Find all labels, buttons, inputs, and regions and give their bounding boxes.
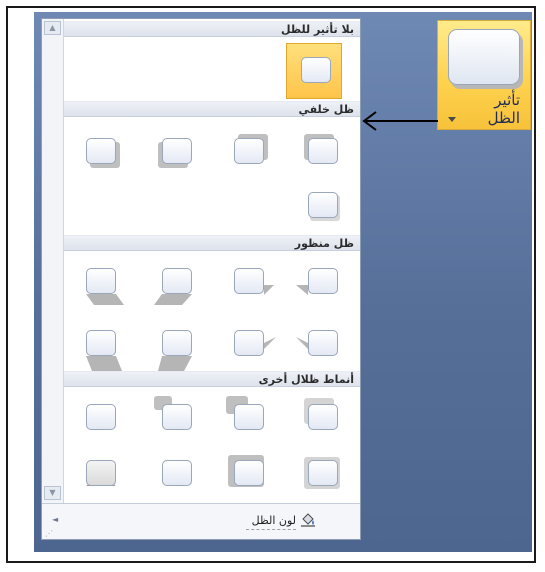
shadow-style-tile[interactable] — [220, 391, 276, 447]
section-perspective-header: ظل منظور — [64, 235, 360, 251]
gallery-content: بلا تأثير للظل ظل خلفي ظل منظور أنماط ظل… — [64, 19, 360, 503]
shadow-color-label[interactable]: لون الظل — [252, 514, 296, 527]
dropdown-arrow-icon[interactable] — [448, 117, 456, 122]
section-no-shadow-header: بلا تأثير للظل — [64, 21, 360, 37]
shadow-style-tile[interactable] — [148, 391, 204, 447]
perspective-shadow-tile[interactable] — [220, 255, 276, 311]
shadow-style-tile[interactable] — [72, 447, 128, 503]
section-other-styles-header: أنماط ظلال أخرى — [64, 371, 360, 387]
outer-shadow-tile[interactable] — [148, 125, 204, 181]
shadow-style-tile[interactable] — [72, 391, 128, 447]
perspective-shadow-tile[interactable] — [148, 255, 204, 311]
shadow-gallery: ▲ ▼ بلا تأثير للظل ظل خلفي ظل منظور أنما… — [41, 18, 361, 540]
shadow-style-tile[interactable] — [294, 391, 350, 447]
shadow-style-tile[interactable] — [294, 447, 350, 503]
perspective-shadow-tile[interactable] — [294, 317, 350, 373]
paint-bucket-icon[interactable] — [300, 511, 316, 527]
outer-shadow-tile[interactable] — [220, 125, 276, 181]
shadow-effects-button[interactable]: تأثير الظل — [437, 20, 531, 130]
button-label-line2: الظل — [487, 109, 520, 127]
vertical-scrollbar[interactable]: ▲ ▼ — [42, 19, 64, 503]
outer-shadow-tile[interactable] — [72, 125, 128, 181]
scroll-down-button[interactable]: ▼ — [44, 486, 61, 500]
annotation-arrow-icon — [362, 111, 438, 131]
button-label-line1: تأثير — [494, 91, 520, 109]
shadow-style-tile[interactable] — [220, 447, 276, 503]
shadow-effects-icon — [448, 29, 520, 85]
scroll-left-icon[interactable]: ◄ — [52, 515, 58, 524]
shape-preview — [301, 57, 331, 83]
section-outer-shadow-header: ظل خلفي — [64, 101, 360, 117]
gallery-footer: ◄ لون الظل ⋰ — [42, 503, 360, 539]
perspective-shadow-tile[interactable] — [148, 317, 204, 373]
shadow-style-tile[interactable] — [148, 447, 204, 503]
perspective-shadow-tile[interactable] — [72, 255, 128, 311]
perspective-shadow-tile[interactable] — [72, 317, 128, 373]
perspective-shadow-tile[interactable] — [220, 317, 276, 373]
label-underline — [246, 528, 296, 530]
perspective-shadow-tile[interactable] — [294, 255, 350, 311]
outer-shadow-tile[interactable] — [294, 179, 350, 235]
outer-shadow-tile[interactable] — [294, 125, 350, 181]
resize-grip-icon[interactable]: ⋰ — [45, 529, 53, 538]
no-shadow-tile[interactable] — [286, 43, 342, 99]
scroll-up-button[interactable]: ▲ — [44, 21, 61, 35]
